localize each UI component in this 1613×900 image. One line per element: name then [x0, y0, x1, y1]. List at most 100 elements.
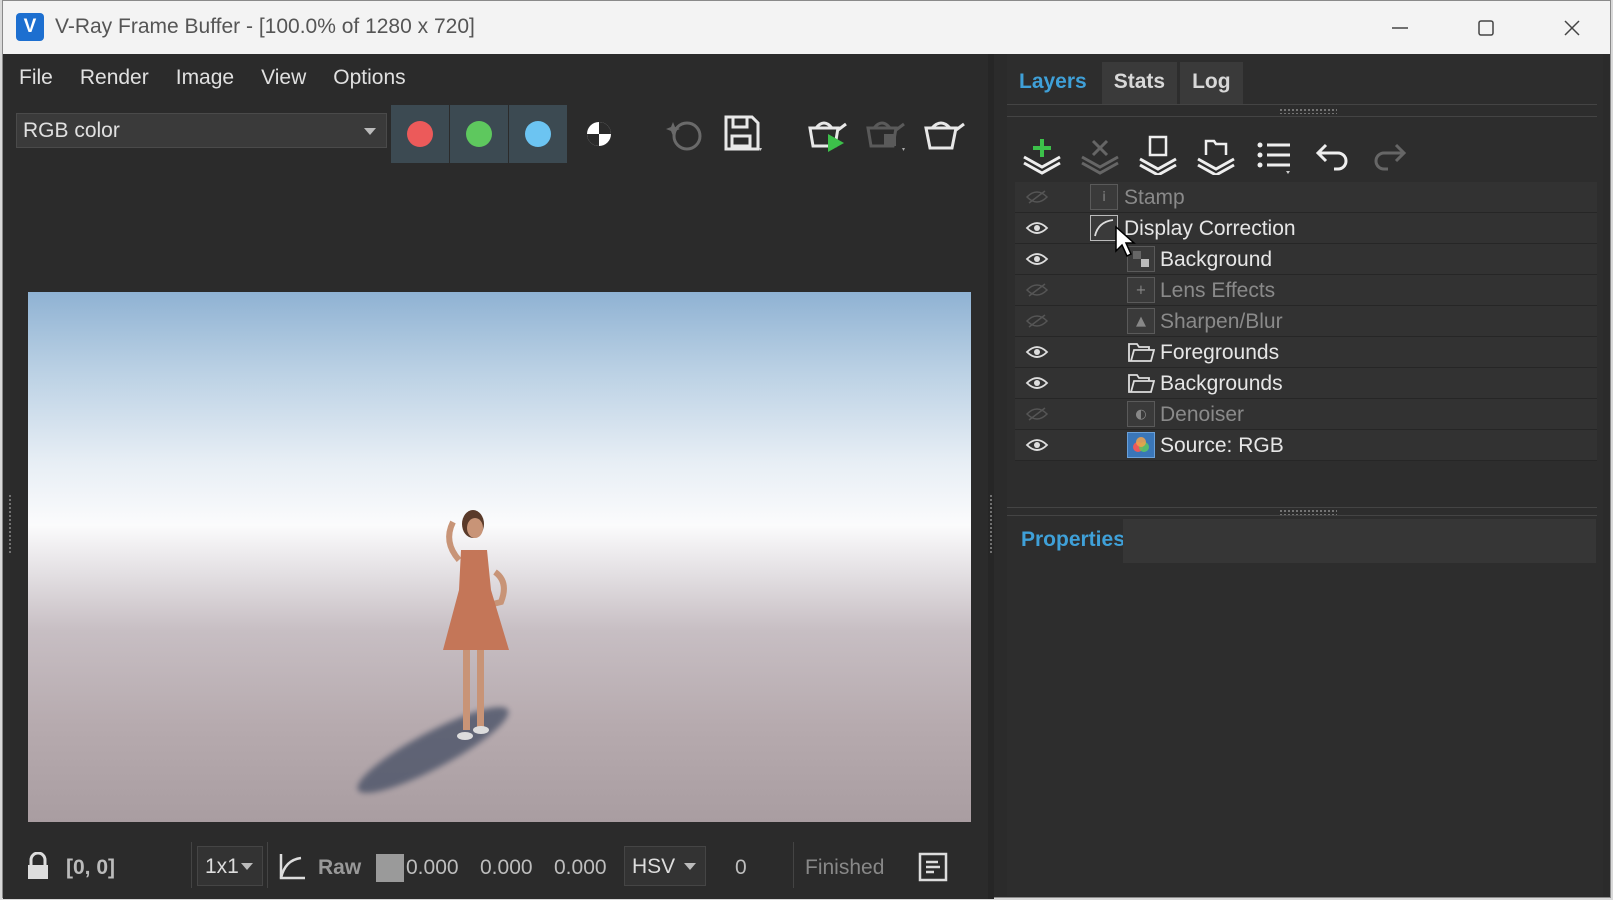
layer-row-display-correction[interactable]: Display Correction [1015, 213, 1597, 244]
rendered-image[interactable] [28, 292, 971, 822]
tab-log[interactable]: Log [1180, 62, 1243, 104]
save-icon[interactable] [719, 112, 767, 156]
divider [1007, 104, 1597, 105]
layer-row-foregrounds[interactable]: Foregrounds [1015, 337, 1597, 368]
eye-hidden-icon[interactable] [1023, 280, 1051, 300]
eye-visible-icon[interactable] [1023, 435, 1051, 455]
sharpen-icon: ▲ [1127, 308, 1155, 334]
layer-row-source-rgb[interactable]: Source: RGB [1015, 430, 1597, 461]
toolbar-grip[interactable] [1279, 108, 1337, 114]
layer-row-backgrounds[interactable]: Backgrounds [1015, 368, 1597, 399]
denoiser-icon: ◐ [1127, 401, 1155, 427]
menu-file[interactable]: File [17, 62, 55, 94]
undo-icon[interactable] [1307, 130, 1357, 180]
stamp-icon: i [1090, 184, 1118, 210]
channel-toggle-group [391, 105, 568, 163]
properties-header-bar [1123, 519, 1596, 563]
menu-image[interactable]: Image [174, 62, 236, 94]
vray-logo-icon: V [16, 13, 44, 41]
interactive-teapot-icon[interactable] [861, 112, 909, 156]
menu-render[interactable]: Render [78, 62, 151, 94]
color-mode-dropdown[interactable]: HSV [624, 846, 706, 886]
history-icon[interactable] [918, 852, 948, 888]
render-pane: File Render Image View Options RGB color [3, 54, 988, 899]
layer-row-denoiser[interactable]: ◐ Denoiser [1015, 399, 1597, 430]
properties-title: Properties [1021, 528, 1125, 551]
value-3: 0.000 [554, 856, 607, 879]
minimize-icon[interactable] [1357, 1, 1443, 54]
green-dot-icon [466, 121, 492, 147]
divider [267, 842, 268, 888]
pixel-coords: [0, 0] [66, 856, 116, 879]
layer-row-sharpen-blur[interactable]: ▲ Sharpen/Blur [1015, 306, 1597, 337]
pixel-color-swatch [376, 854, 404, 882]
eye-hidden-icon[interactable] [1023, 311, 1051, 331]
panel-tabs: Layers Stats Log [1007, 62, 1246, 104]
layer-row-lens-effects[interactable]: + Lens Effects [1015, 275, 1597, 306]
eye-visible-icon[interactable] [1023, 373, 1051, 393]
divider [191, 842, 192, 888]
layer-name: Display Correction [1124, 217, 1296, 240]
sampling-dropdown[interactable]: 1x1 [197, 846, 263, 886]
channel-dropdown[interactable]: RGB color [16, 113, 387, 148]
red-channel-button[interactable] [391, 105, 450, 163]
splitter-grip[interactable] [989, 494, 993, 554]
tab-stats[interactable]: Stats [1101, 62, 1178, 104]
curve-icon[interactable] [275, 850, 307, 888]
menu-options[interactable]: Options [331, 62, 407, 94]
eye-hidden-icon[interactable] [1023, 187, 1051, 207]
green-channel-button[interactable] [450, 105, 509, 163]
chevron-down-icon [684, 863, 696, 870]
layer-tree: i Stamp Display Correction Background + … [1015, 182, 1597, 461]
mouse-cursor-icon [1115, 225, 1136, 258]
value-2: 0.000 [480, 856, 533, 879]
status-bar: [0, 0] 1x1 Raw 0.000 0.000 0.000 HSV 0 F… [3, 836, 988, 899]
layer-name: Sharpen/Blur [1160, 310, 1283, 333]
layer-row-stamp[interactable]: i Stamp [1015, 182, 1597, 213]
channel-dropdown-value: RGB color [23, 119, 120, 142]
load-layers-icon[interactable] [1191, 130, 1241, 180]
blue-dot-icon [525, 121, 551, 147]
layer-name: Stamp [1124, 186, 1185, 209]
layer-name: Lens Effects [1160, 279, 1276, 302]
left-grip[interactable] [8, 494, 12, 554]
close-icon[interactable] [1529, 1, 1613, 54]
list-icon[interactable] [1249, 130, 1299, 180]
render-status: Finished [805, 856, 885, 879]
eye-visible-icon[interactable] [1023, 249, 1051, 269]
stop-teapot-icon[interactable] [919, 112, 967, 156]
save-layers-icon[interactable] [1133, 130, 1183, 180]
tab-layers[interactable]: Layers [1007, 62, 1099, 104]
blue-channel-button[interactable] [509, 105, 568, 163]
alpha-toggle-icon[interactable] [575, 112, 623, 156]
menu-view[interactable]: View [259, 62, 308, 94]
raw-label[interactable]: Raw [318, 856, 361, 880]
render-viewport[interactable] [3, 166, 975, 836]
folder-icon [1127, 339, 1155, 365]
title-bar: V V-Ray Frame Buffer - [100.0% of 1280 x… [3, 1, 1610, 54]
chevron-down-icon [241, 863, 253, 870]
layer-toolbar [1017, 130, 1597, 182]
maximize-icon[interactable] [1443, 1, 1529, 54]
woman-figure [443, 510, 509, 740]
value-1: 0.000 [406, 856, 459, 879]
render-teapot-icon[interactable] [803, 112, 851, 156]
layer-name: Background [1160, 248, 1273, 271]
source-rgb-icon [1127, 432, 1155, 458]
delete-layer-icon[interactable] [1075, 130, 1125, 180]
divider [1007, 507, 1597, 508]
layer-name: Source: RGB [1160, 434, 1284, 457]
add-layer-icon[interactable] [1017, 130, 1067, 180]
render-toolbar: RGB color [3, 102, 988, 166]
lens-effects-icon[interactable] [661, 112, 709, 156]
count-value: 0 [735, 856, 747, 879]
eye-hidden-icon[interactable] [1023, 404, 1051, 424]
divider [1007, 515, 1597, 516]
redo-icon[interactable] [1365, 130, 1415, 180]
layer-row-background[interactable]: Background [1015, 244, 1597, 275]
vfb-window: V V-Ray Frame Buffer - [100.0% of 1280 x… [2, 0, 1611, 899]
pane-splitter[interactable] [988, 54, 994, 899]
eye-visible-icon[interactable] [1023, 218, 1051, 238]
lock-icon[interactable] [23, 851, 53, 888]
eye-visible-icon[interactable] [1023, 342, 1051, 362]
